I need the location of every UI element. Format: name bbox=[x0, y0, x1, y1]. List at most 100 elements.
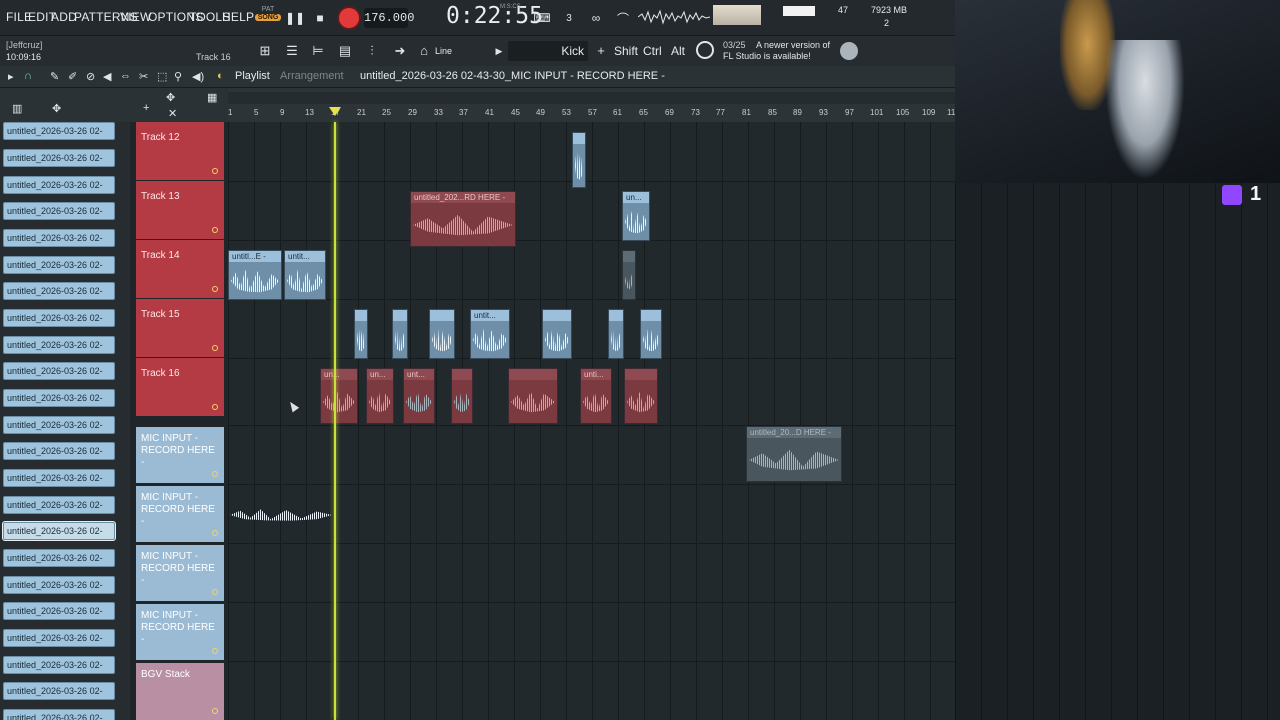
pattern-item[interactable]: untitled_2026-03-26 02- bbox=[3, 469, 115, 487]
audio-clip[interactable] bbox=[354, 309, 368, 359]
audio-clip[interactable]: unt... bbox=[403, 368, 435, 424]
pattern-item[interactable]: untitled_2026-03-26 02- bbox=[3, 549, 115, 567]
pattern-item[interactable]: untitled_2026-03-26 02- bbox=[3, 602, 115, 620]
audio-clip[interactable]: untitled_20...D HERE - bbox=[746, 426, 842, 482]
magnet-icon[interactable]: ⌂ bbox=[415, 43, 433, 59]
pattern-item[interactable]: untitled_2026-03-26 02- bbox=[3, 309, 115, 327]
add-track-icon[interactable]: + bbox=[143, 102, 149, 114]
pattern-item[interactable]: untitled_2026-03-26 02- bbox=[3, 336, 115, 354]
audio-clip[interactable] bbox=[608, 309, 624, 359]
playback-icon[interactable]: ◀) bbox=[192, 70, 204, 83]
audio-clip[interactable] bbox=[228, 506, 334, 524]
pattern-item[interactable]: untitled_2026-03-26 02- bbox=[3, 709, 115, 720]
audio-clip[interactable] bbox=[622, 250, 636, 300]
pattern-item[interactable]: untitled_2026-03-26 02- bbox=[3, 229, 115, 247]
pattern-item[interactable]: untitled_2026-03-26 02- bbox=[3, 176, 115, 194]
audio-clip[interactable]: untitl...E - bbox=[228, 250, 282, 300]
stop-button[interactable]: ■ bbox=[311, 9, 329, 27]
track-mute-dot[interactable] bbox=[212, 168, 218, 174]
shift-key[interactable]: Shift bbox=[614, 44, 638, 58]
playlist-icon[interactable]: ☰ bbox=[283, 43, 301, 59]
play-arrow-icon[interactable]: ▸ bbox=[8, 70, 14, 83]
track-mute-dot[interactable] bbox=[212, 345, 218, 351]
menu-help[interactable]: HELP bbox=[222, 10, 254, 24]
audio-clip[interactable] bbox=[429, 309, 455, 359]
audio-clip[interactable] bbox=[392, 309, 408, 359]
audio-clip[interactable]: untitled_202...RD HERE - bbox=[410, 191, 516, 247]
typing-keyboard-icon[interactable]: ⌨ bbox=[533, 9, 551, 27]
playlist-options-icon[interactable]: ◐ bbox=[217, 70, 224, 82]
playhead-marker[interactable] bbox=[329, 107, 341, 116]
arrangement-grid[interactable]: untitled_202...RD HERE - un... untitl...… bbox=[228, 122, 955, 720]
menu-view[interactable]: VIEW bbox=[120, 10, 151, 24]
track-mute-dot[interactable] bbox=[212, 648, 218, 654]
pencil-icon[interactable]: ✎ bbox=[50, 70, 59, 83]
audio-clip[interactable]: un... bbox=[320, 368, 358, 424]
track-header-12[interactable]: Track 12 bbox=[136, 122, 224, 180]
pattern-item[interactable]: untitled_2026-03-26 02- bbox=[3, 442, 115, 460]
piano-roll-icon[interactable]: ⊨ bbox=[309, 43, 327, 59]
track-header-mic-input-3[interactable]: MIC INPUT - RECORD HERE - bbox=[136, 545, 224, 601]
slip-icon[interactable]: ⇔ bbox=[120, 70, 131, 82]
pattern-item[interactable]: untitled_2026-03-26 02- bbox=[3, 202, 115, 220]
track-mute-dot[interactable] bbox=[212, 471, 218, 477]
pattern-item[interactable]: untitled_2026-03-26 02- bbox=[3, 496, 115, 514]
alt-key[interactable]: Alt bbox=[671, 44, 685, 58]
add-channel-icon[interactable]: + bbox=[592, 43, 610, 59]
pattern-item[interactable]: untitled_2026-03-26 02- bbox=[3, 629, 115, 647]
track-mute-dot[interactable] bbox=[212, 227, 218, 233]
fl-logo-icon[interactable] bbox=[840, 42, 858, 60]
audio-clip[interactable] bbox=[572, 132, 586, 188]
playlist-subtitle[interactable]: Arrangement bbox=[280, 70, 344, 82]
pattern-item[interactable]: untitled_2026-03-26 02- bbox=[3, 576, 115, 594]
pattern-item[interactable]: untitled_2026-03-26 02- bbox=[3, 282, 115, 300]
magnet-snap-icon[interactable]: ∩ bbox=[24, 70, 32, 82]
pause-button[interactable]: ❚❚ bbox=[285, 9, 305, 27]
audio-clip[interactable]: untit... bbox=[470, 309, 510, 359]
step-edit-icon[interactable]: 3 bbox=[560, 9, 578, 27]
pattern-item[interactable]: untitled_2026-03-26 02- bbox=[3, 362, 115, 380]
news-icon[interactable] bbox=[696, 41, 714, 59]
track-header-bgv-stack[interactable]: BGV Stack bbox=[136, 663, 224, 720]
track-header-mic-input-2[interactable]: MIC INPUT - RECORD HERE - bbox=[136, 486, 224, 542]
track-mute-dot[interactable] bbox=[212, 589, 218, 595]
metronome-icon[interactable]: ⌒ bbox=[614, 9, 632, 27]
audio-clip[interactable]: unti... bbox=[580, 368, 612, 424]
slice-icon[interactable]: ✂ bbox=[139, 70, 148, 83]
zoom-icon[interactable]: ⚲ bbox=[174, 70, 182, 83]
mixer-icon[interactable]: ⫶ bbox=[363, 43, 381, 59]
track-mute-dot[interactable] bbox=[212, 404, 218, 410]
loop-record-icon[interactable]: ∞ bbox=[587, 9, 605, 27]
ctrl-key[interactable]: Ctrl bbox=[643, 44, 662, 58]
pattern-item-selected[interactable]: untitled_2026-03-26 02- bbox=[2, 521, 116, 541]
audio-clip[interactable]: un... bbox=[366, 368, 394, 424]
track-header-mic-input-4[interactable]: MIC INPUT - RECORD HERE - bbox=[136, 604, 224, 660]
track-header-13[interactable]: Track 13 bbox=[136, 181, 224, 239]
tempo-display[interactable]: 176.000 bbox=[364, 8, 414, 28]
track-mute-dot[interactable] bbox=[212, 708, 218, 714]
track-mute-dot[interactable] bbox=[212, 286, 218, 292]
timeline-ruler[interactable]: 1 5 9 13 17 21 25 29 33 37 41 45 49 53 5… bbox=[228, 88, 955, 122]
select-icon[interactable]: ⬚ bbox=[157, 70, 167, 83]
pattern-item[interactable]: untitled_2026-03-26 02- bbox=[3, 122, 115, 140]
audio-clip[interactable] bbox=[451, 368, 473, 424]
pattern-item[interactable]: untitled_2026-03-26 02- bbox=[3, 416, 115, 434]
brush-icon[interactable]: ✐ bbox=[68, 70, 77, 83]
pan-icon[interactable]: ✥ bbox=[166, 91, 175, 104]
audio-clip[interactable] bbox=[508, 368, 558, 424]
audio-clip[interactable]: untit... bbox=[284, 250, 326, 300]
close-icon[interactable]: ✕ bbox=[168, 107, 177, 120]
pattern-item[interactable]: untitled_2026-03-26 02- bbox=[3, 149, 115, 167]
delete-icon[interactable]: ⊘ bbox=[86, 70, 95, 83]
move-icon[interactable]: ✥ bbox=[52, 102, 61, 115]
news-line-1[interactable]: A newer version of bbox=[756, 40, 830, 50]
browser-toggle-icon[interactable]: ▥ bbox=[12, 102, 22, 115]
snap-icon[interactable]: ⊞ bbox=[256, 43, 274, 59]
audio-clip[interactable] bbox=[640, 309, 662, 359]
arrow-right-icon[interactable]: ➜ bbox=[391, 43, 409, 59]
snap-selector[interactable]: Line bbox=[435, 46, 452, 56]
track-header-16[interactable]: Track 16 bbox=[136, 358, 224, 416]
pattern-item[interactable]: untitled_2026-03-26 02- bbox=[3, 256, 115, 274]
play-small-icon[interactable]: ▶ bbox=[490, 43, 508, 59]
audio-clip[interactable] bbox=[542, 309, 572, 359]
